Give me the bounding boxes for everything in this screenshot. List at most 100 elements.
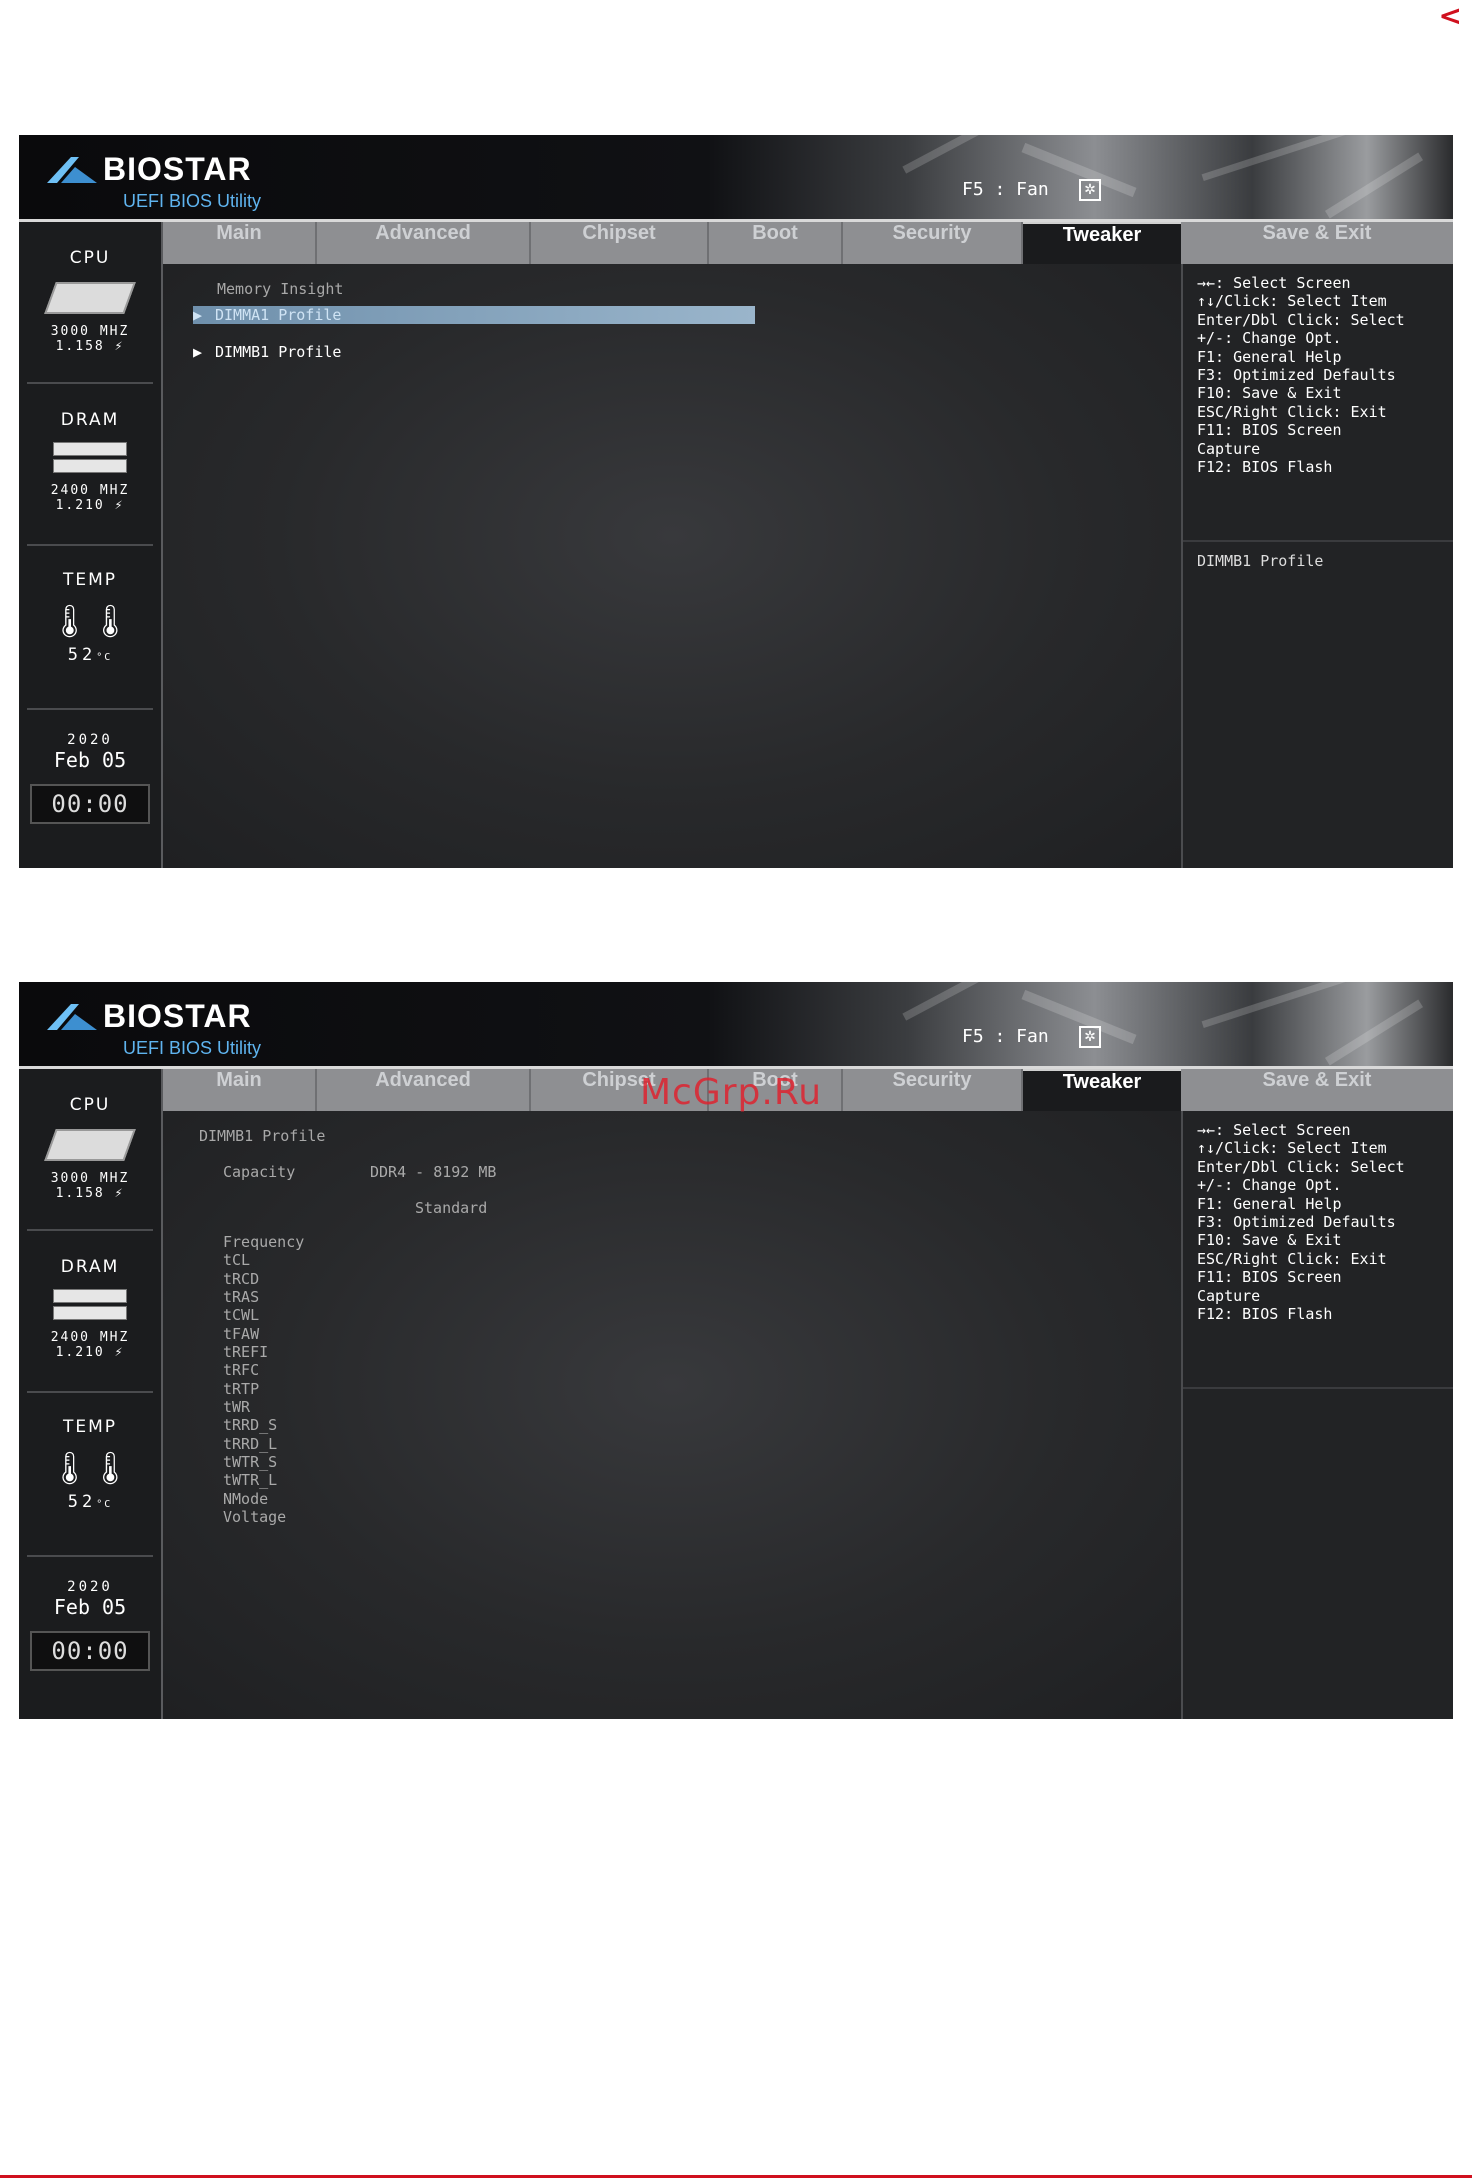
- dram-title: DRAM: [60, 410, 120, 430]
- param-twtr-l: tWTR_L: [223, 1471, 278, 1490]
- cpu-frequency: 3000 MHZ: [50, 324, 130, 339]
- logo-text: BIOSTAR: [103, 151, 252, 187]
- tab-main[interactable]: Main: [163, 222, 317, 264]
- param-trrd-s: tRRD_S: [223, 1416, 278, 1435]
- tab-boot[interactable]: Boot: [709, 222, 843, 264]
- memory-insight-title: Memory Insight: [217, 280, 344, 298]
- capacity-value: DDR4 - 8192 MB: [370, 1163, 497, 1181]
- date-day: 05: [102, 748, 127, 772]
- dram-frequency: 2400 MHZ: [50, 483, 130, 498]
- dimma1-profile-item[interactable]: ▶ DIMMA1 Profile: [193, 306, 755, 324]
- dram-module-icon: [53, 1289, 127, 1320]
- tab-security[interactable]: Security: [843, 222, 1023, 264]
- param-trtp: tRTP: [223, 1379, 260, 1398]
- date-month: Feb: [53, 748, 90, 772]
- status-sidebar: CPU 3000 MHZ 1.158 ⚡ DRAM 2400 MHZ 1.210…: [19, 222, 163, 868]
- param-frequency: Frequency: [223, 1233, 305, 1251]
- param-nmode: NMode: [223, 1489, 269, 1508]
- param-trcd: tRCD: [223, 1269, 260, 1288]
- fan-icon[interactable]: ✲: [1079, 1026, 1101, 1048]
- clock-display: 00:00: [30, 784, 150, 824]
- tab-main[interactable]: Main: [163, 1069, 317, 1111]
- tab-tweaker[interactable]: Tweaker: [1023, 222, 1181, 264]
- dram-voltage: 1.210: [55, 498, 105, 513]
- param-tcl: tCL: [223, 1251, 251, 1270]
- help-panel: →←: Select Screen ↑↓/Click: Select Item …: [1181, 264, 1453, 868]
- cpu-title: CPU: [69, 248, 111, 268]
- standard-column-header: Standard: [415, 1199, 488, 1217]
- param-tcwl: tCWL: [223, 1306, 260, 1325]
- date-year: 2020: [67, 1579, 113, 1595]
- biostar-logo-icon: [47, 1004, 97, 1030]
- logo-subtitle: UEFI BIOS Utility: [123, 1038, 262, 1058]
- date-month: Feb: [53, 1595, 90, 1619]
- capacity-label: Capacity: [223, 1163, 296, 1181]
- tab-bar: Main Advanced Chipset Boot Security Twea…: [163, 222, 1181, 264]
- cpu-voltage: 1.158: [55, 339, 105, 354]
- cpu-status: CPU 3000 MHZ 1.158 ⚡: [19, 1095, 161, 1201]
- dram-status: DRAM 2400 MHZ 1.210 ⚡: [19, 410, 161, 513]
- tab-tweaker[interactable]: Tweaker: [1023, 1069, 1181, 1111]
- bios-screen-memory-insight: BIOSTAR UEFI BIOS Utility F5 : Fan ✲ CPU…: [19, 135, 1453, 868]
- dram-frequency: 2400 MHZ: [50, 1330, 130, 1345]
- biostar-logo-icon: [47, 157, 97, 183]
- dimmb1-profile-item[interactable]: ▶ DIMMB1 Profile: [193, 343, 341, 361]
- tab-advanced[interactable]: Advanced: [317, 222, 531, 264]
- date-day: 05: [102, 1595, 127, 1619]
- timing-parameter-list: Frequency tCL tRCD tRAS tCWL tFAW tREFI …: [223, 1233, 304, 1527]
- dram-module-icon: [53, 442, 127, 473]
- logo-subtitle: UEFI BIOS Utility: [123, 191, 262, 211]
- voltage-bolt-icon: ⚡: [114, 339, 125, 354]
- key-help-text: →←: Select Screen ↑↓/Click: Select Item …: [1197, 274, 1405, 477]
- temp-title: TEMP: [62, 1417, 118, 1437]
- tab-advanced[interactable]: Advanced: [317, 1069, 531, 1111]
- bottom-divider: [0, 2175, 1472, 2178]
- param-twtr-s: tWTR_S: [223, 1453, 278, 1472]
- cpu-status: CPU 3000 MHZ 1.158 ⚡: [19, 248, 161, 354]
- temp-status: TEMP 🌡🌡 52°C: [19, 570, 161, 665]
- tab-security[interactable]: Security: [843, 1069, 1023, 1111]
- temp-value: 52: [67, 645, 97, 665]
- tab-save-exit[interactable]: Save & Exit: [1181, 1069, 1453, 1111]
- help-panel: →←: Select Screen ↑↓/Click: Select Item …: [1181, 1111, 1453, 1719]
- date-time-status: 2020 Feb 05 00:00: [19, 1579, 161, 1671]
- cpu-chip-icon: [44, 282, 136, 314]
- cpu-voltage: 1.158: [55, 1186, 105, 1201]
- item-help-description: DIMMB1 Profile: [1197, 552, 1324, 570]
- fan-icon[interactable]: ✲: [1079, 179, 1101, 201]
- tab-save-exit[interactable]: Save & Exit: [1181, 222, 1453, 264]
- date-time-status: 2020 Feb 05 00:00: [19, 732, 161, 824]
- fan-hotkey[interactable]: F5 : Fan: [962, 179, 1049, 200]
- voltage-bolt-icon: ⚡: [114, 1345, 125, 1360]
- corner-arrow-icon: <: [1438, 0, 1462, 32]
- fan-hotkey[interactable]: F5 : Fan: [962, 1026, 1049, 1047]
- logo-text: BIOSTAR: [103, 998, 252, 1034]
- dram-title: DRAM: [60, 1257, 120, 1277]
- submenu-arrow-icon: ▶: [193, 306, 203, 324]
- watermark-text: McGrp.Ru: [640, 1072, 823, 1113]
- dram-voltage: 1.210: [55, 1345, 105, 1360]
- bios-header: BIOSTAR UEFI BIOS Utility F5 : Fan ✲: [19, 135, 1453, 222]
- dram-status: DRAM 2400 MHZ 1.210 ⚡: [19, 1257, 161, 1360]
- status-sidebar: CPU 3000 MHZ 1.158 ⚡ DRAM 2400 MHZ 1.210…: [19, 1069, 163, 1719]
- cpu-chip-icon: [44, 1129, 136, 1161]
- menu-content: Memory Insight ▶ DIMMA1 Profile ▶ DIMMB1 P…: [163, 264, 1181, 868]
- date-year: 2020: [67, 732, 113, 748]
- voltage-bolt-icon: ⚡: [114, 498, 125, 513]
- temp-title: TEMP: [62, 570, 118, 590]
- submenu-arrow-icon: ▶: [193, 343, 203, 361]
- cpu-frequency: 3000 MHZ: [50, 1171, 130, 1186]
- dimmb1-profile-title: DIMMB1 Profile: [199, 1127, 326, 1145]
- param-twr: tWR: [223, 1398, 251, 1417]
- param-tfaw: tFAW: [223, 1324, 260, 1343]
- param-trfc: tRFC: [223, 1361, 260, 1380]
- param-trefi: tREFI: [223, 1343, 269, 1362]
- clock-display: 00:00: [30, 1631, 150, 1671]
- param-tras: tRAS: [223, 1288, 260, 1307]
- param-voltage: Voltage: [223, 1508, 287, 1527]
- thermometer-icon: 🌡🌡: [49, 1449, 131, 1487]
- cpu-title: CPU: [69, 1095, 111, 1115]
- tab-chipset[interactable]: Chipset: [531, 222, 709, 264]
- voltage-bolt-icon: ⚡: [114, 1186, 125, 1201]
- thermometer-icon: 🌡🌡: [49, 602, 131, 640]
